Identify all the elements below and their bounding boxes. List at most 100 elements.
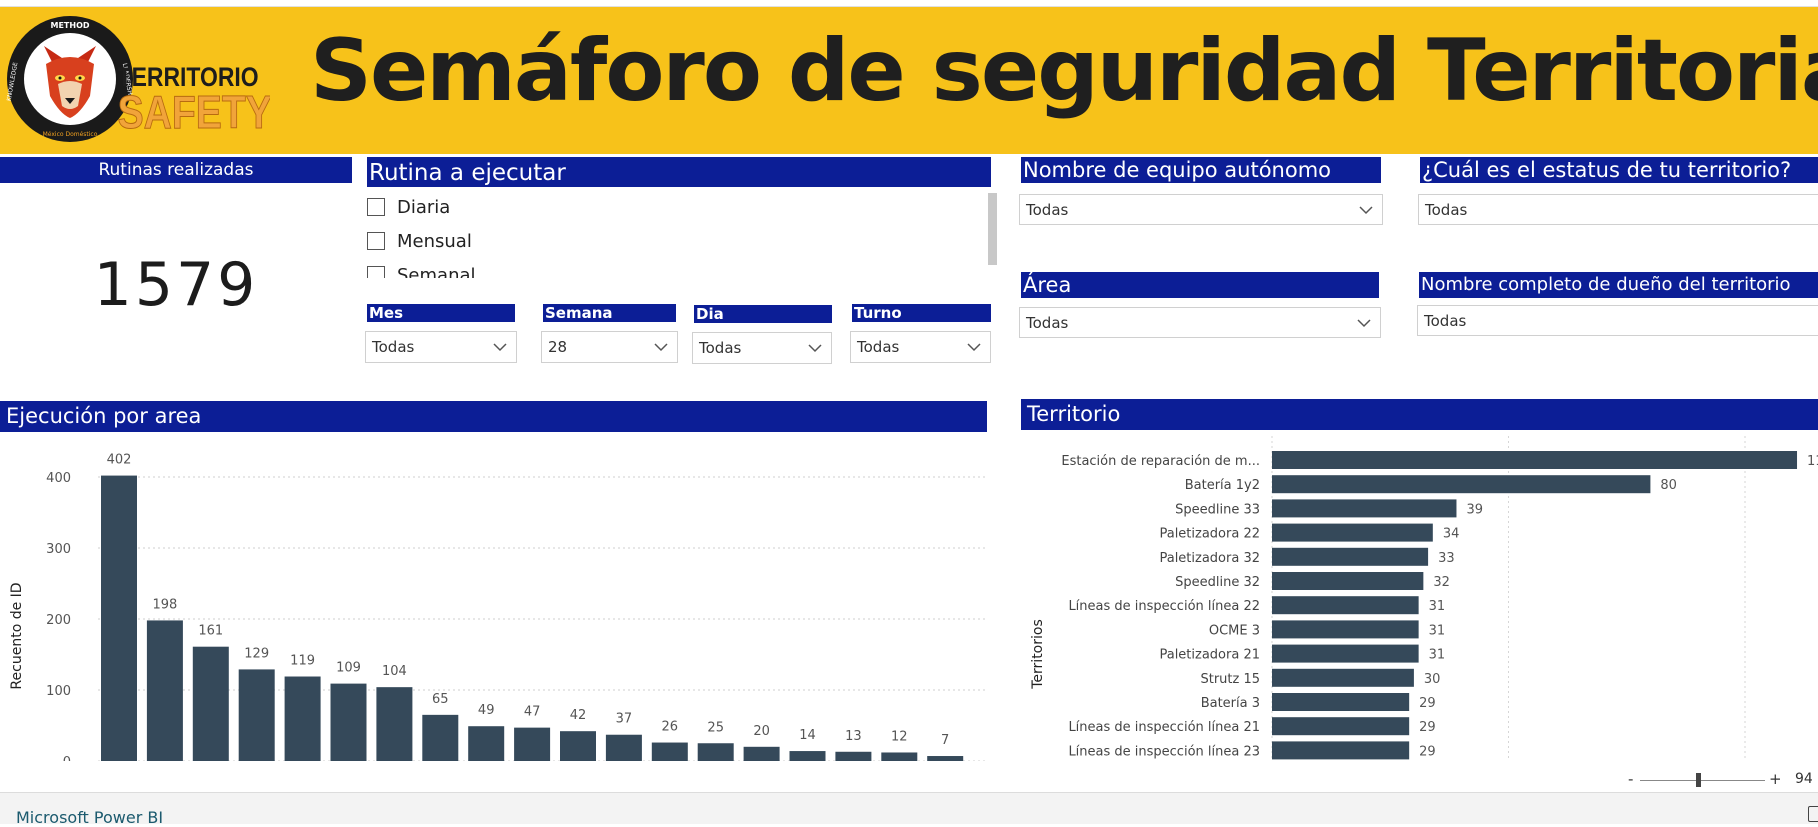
data-label: 33 [1438,551,1455,566]
estatus-dropdown[interactable]: Todas [1418,194,1818,225]
zoom-slider-track[interactable] [1640,780,1765,781]
mes-filter-header: Mes [367,304,515,322]
dia-filter-header: Dia [694,305,832,323]
kpi-header: Rutinas realizadas [0,157,352,183]
dueno-dropdown-value: Todas [1424,311,1467,330]
data-label: 47 [524,705,541,720]
bar [697,743,734,761]
area-bar-chart: 0 100 200 300 400 Recuento de ID 402 198 161 129 1… [9,453,985,761]
equipo-dropdown-value: Todas [1026,200,1069,219]
data-label: 20 [753,724,770,739]
data-label: 34 [1443,527,1460,542]
zoom-out-button[interactable]: - [1628,770,1633,788]
bar [101,475,137,761]
bar [1272,475,1651,494]
data-label: 26 [662,720,679,735]
window-top-strip [0,0,1818,7]
territorio-chart-header: Territorio [1021,399,1818,430]
bar [1272,668,1414,687]
category-label: Batería 3 [1201,696,1260,711]
category-label: Strutz 15 [1200,672,1260,687]
bar [1272,741,1410,760]
bar [1272,523,1433,542]
data-label: 29 [1419,720,1436,735]
chevron-down-icon [654,343,668,352]
estatus-filter-header: ¿Cuál es el estatus de tu territorio? [1420,157,1818,183]
checkbox-icon[interactable] [367,232,385,250]
dueno-filter-header: Nombre completo de dueño del territorio [1419,272,1818,298]
bar [1272,547,1429,566]
expand-icon[interactable] [1808,806,1818,822]
y-tick-label: 200 [46,613,71,628]
zoom-control: - + 94 [1625,770,1818,790]
semana-filter-header: Semana [543,304,676,322]
category-label: Paletizadora 32 [1159,551,1260,566]
zoom-in-button[interactable]: + [1769,770,1782,788]
bar [284,676,321,761]
logo-ring-top-text: METHOD [50,21,89,30]
y-axis-label: Territorios [1030,619,1046,690]
category-label: Líneas de inspección línea 22 [1068,599,1260,614]
chevron-down-icon [1357,318,1371,327]
data-label: 11 [1807,454,1818,469]
bar [238,669,275,761]
rutina-slicer-list[interactable]: Diaria Mensual Semanal [367,190,989,278]
rutina-option-mensual[interactable]: Mensual [367,224,989,258]
bar [422,714,459,761]
data-label: 109 [336,661,361,676]
rutina-option-semanal[interactable]: Semanal [367,258,989,278]
data-label: 402 [107,453,132,468]
rutina-option-label: Diaria [397,196,451,218]
y-axis-label: Recuento de ID [9,582,25,689]
turno-dropdown-value: Todas [857,338,900,356]
mes-dropdown[interactable]: Todas [365,331,517,363]
equipo-filter-header: Nombre de equipo autónomo [1021,157,1381,183]
kpi-value: 1579 [93,250,259,320]
rutina-option-diaria[interactable]: Diaria [367,190,989,224]
bar [560,731,596,761]
data-label: 12 [891,729,908,744]
zoom-level: 94 [1795,771,1813,787]
powerbi-brand[interactable]: Microsoft Power BI [16,808,163,827]
y-tick-label: 100 [46,684,71,699]
bar [605,734,642,761]
semana-dropdown[interactable]: 28 [541,331,678,363]
area-dropdown-value: Todas [1026,313,1069,332]
bar [468,726,505,761]
data-label: 13 [845,729,862,744]
bar [192,646,229,761]
data-label: 31 [1429,648,1446,663]
turno-dropdown[interactable]: Todas [850,331,991,363]
y-tick-label: 300 [46,542,71,557]
category-label: Batería 1y2 [1185,478,1260,493]
category-label: Paletizadora 21 [1159,648,1260,663]
bar [927,756,964,761]
category-label: Líneas de inspección línea 23 [1068,744,1260,759]
data-label: 161 [198,624,223,639]
equipo-dropdown[interactable]: Todas [1019,194,1383,225]
checkbox-icon[interactable] [367,266,385,278]
bar [1272,572,1424,590]
dueno-dropdown[interactable]: Todas [1417,305,1818,336]
territorio-bar-chart: Territorios Estación de reparación de m..… [1030,436,1818,761]
area-dropdown[interactable]: Todas [1019,307,1381,338]
y-tick-label: 0 [63,755,71,761]
dia-dropdown[interactable]: Todas [692,332,832,364]
checkbox-icon[interactable] [367,198,385,216]
dia-dropdown-value: Todas [699,339,742,357]
bar [1272,644,1419,663]
rutina-slicer-header: Rutina a ejecutar [367,157,991,187]
bar [743,746,780,761]
bar [835,751,872,761]
data-label: 31 [1429,599,1446,614]
data-label: 80 [1660,478,1677,493]
area-filter-header: Área [1021,272,1379,298]
bar [1272,499,1457,518]
mes-dropdown-value: Todas [372,338,415,356]
zoom-slider-thumb[interactable] [1696,773,1701,787]
bar [514,727,551,761]
data-label: 65 [432,692,449,707]
rutina-scrollbar[interactable] [988,193,997,265]
bar [1272,693,1410,711]
category-label: Líneas de inspección línea 21 [1068,720,1260,735]
